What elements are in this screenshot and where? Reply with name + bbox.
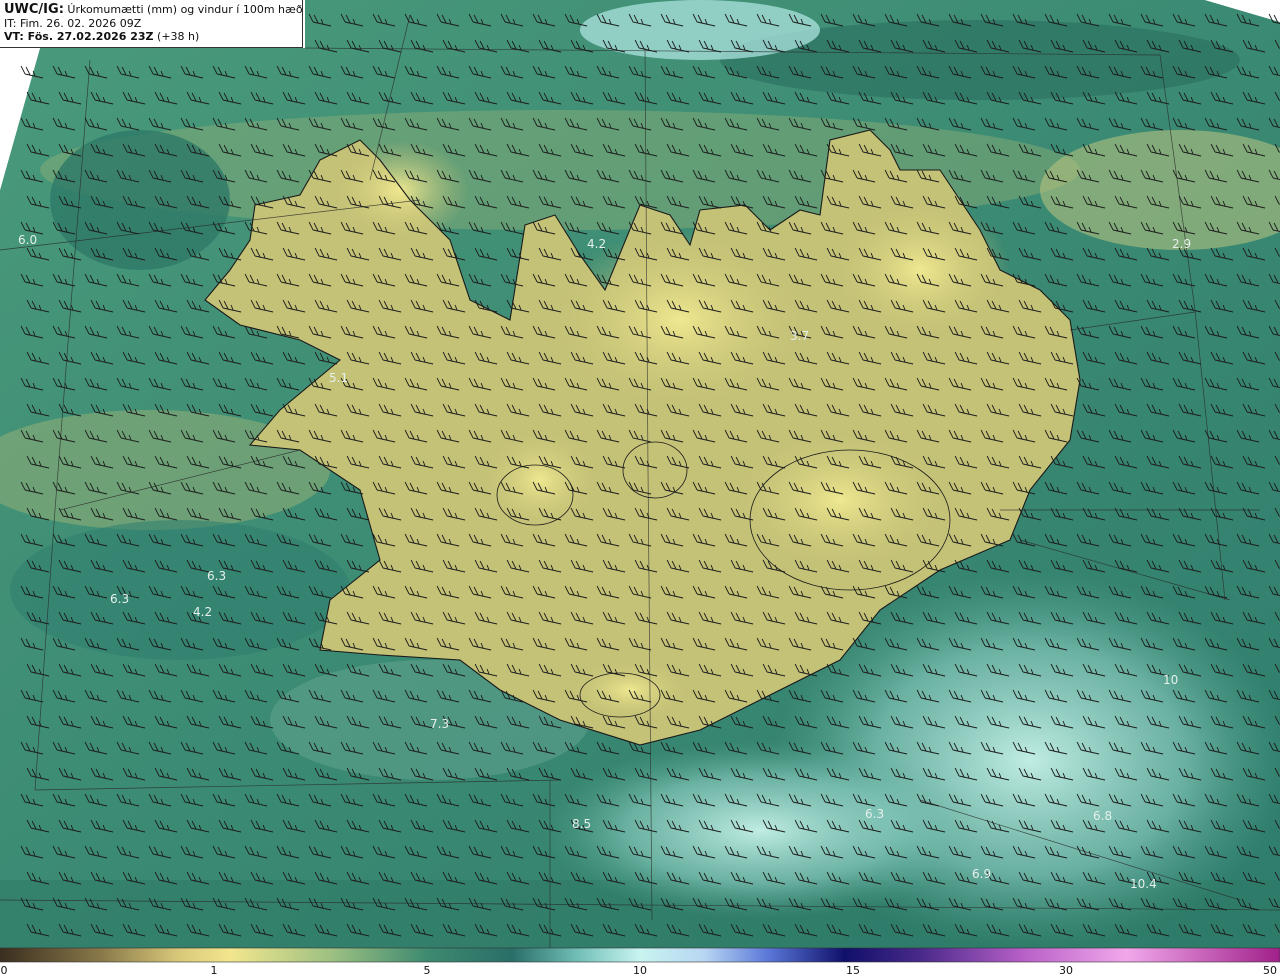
- colorbar-strip: [0, 948, 1280, 962]
- value-label: 3.7: [790, 329, 809, 343]
- colorbar-tick: 30: [1059, 964, 1073, 977]
- weather-map: 6.0 4.2 2.9 3.7 5.1 6.3 6.3 4.2 7.3 8.5 …: [0, 0, 1280, 963]
- colorbar-tick: 0: [0, 964, 8, 977]
- value-label: 4.2: [587, 237, 606, 251]
- forecast-offset: (+38 h): [157, 30, 200, 43]
- value-label: 8.5: [572, 817, 591, 831]
- value-label: 4.2: [193, 605, 212, 619]
- value-label: 6.3: [207, 569, 226, 583]
- value-label: 10.4: [1130, 877, 1157, 891]
- value-label: 6.8: [1093, 809, 1112, 823]
- value-label: 6.3: [865, 807, 884, 821]
- colorbar-tick: 10: [633, 964, 647, 977]
- value-label: 5.1: [329, 371, 348, 385]
- map-info-box: UWC/IG: Úrkomumætti (mm) og vindur í 100…: [0, 0, 303, 48]
- value-label: 6.3: [110, 592, 129, 606]
- init-time: IT: Fim. 26. 02. 2026 09Z: [4, 16, 142, 30]
- value-label: 2.9: [1172, 237, 1191, 251]
- colorbar-tick: 50: [1263, 964, 1277, 977]
- valid-time: VT: Fös. 27.02.2026 23Z: [4, 30, 154, 43]
- colorbar-tick: 1: [210, 964, 218, 977]
- map-title: Úrkomumætti (mm) og vindur í 100m hæð: [67, 3, 303, 16]
- model-label: UWC/IG:: [4, 2, 64, 17]
- colorbar-ticks: 0 1 5 10 15 30 50: [0, 962, 1280, 978]
- value-label: 7.3: [430, 717, 449, 731]
- value-label: 10: [1163, 673, 1178, 687]
- value-label: 6.9: [972, 867, 991, 881]
- colorbar-tick: 15: [846, 964, 860, 977]
- bright-sea-south: [540, 740, 980, 920]
- colorbar-tick: 5: [423, 964, 431, 977]
- value-label: 6.0: [18, 233, 37, 247]
